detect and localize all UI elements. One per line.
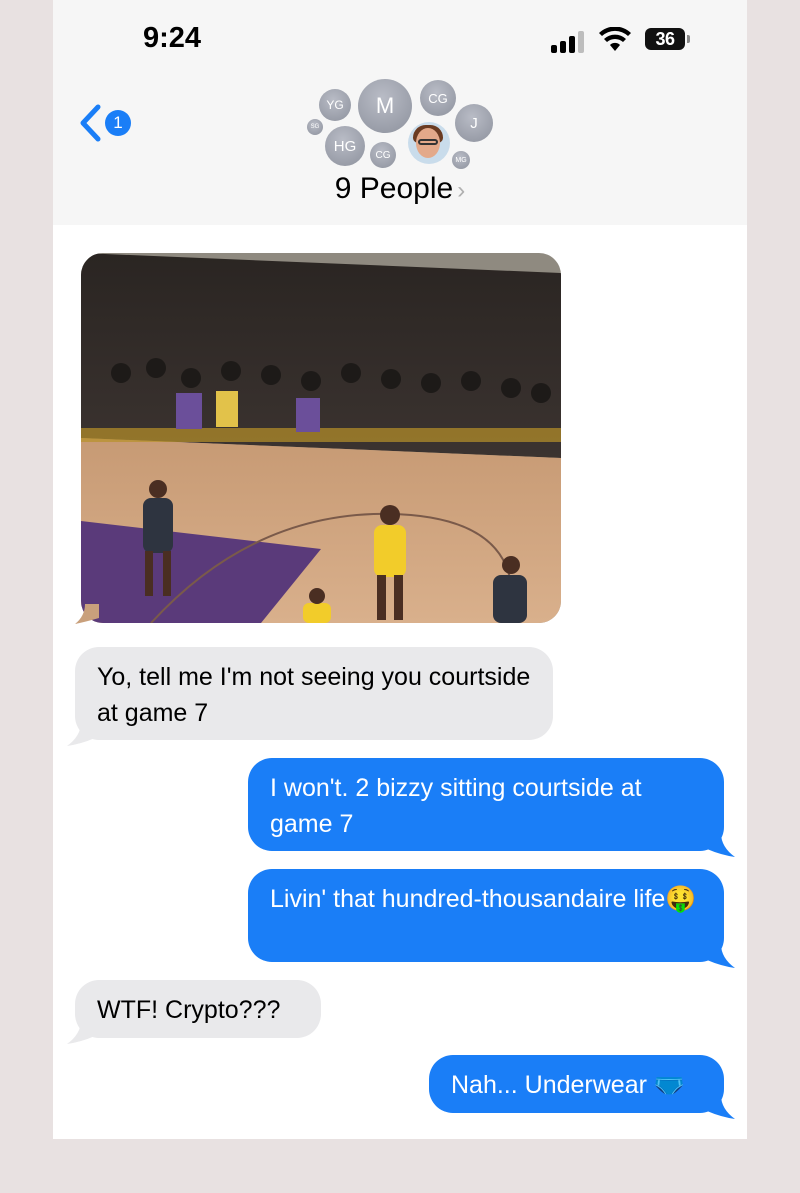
avatar-j[interactable]: J xyxy=(455,104,493,142)
status-time: 9:24 xyxy=(143,22,202,54)
incoming-message[interactable]: WTF! Crypto??? xyxy=(75,980,321,1038)
chevron-right-icon: › xyxy=(457,177,466,204)
group-name-label: 9 People xyxy=(334,172,454,205)
photo-bubble-tail xyxy=(75,604,99,624)
wifi-icon xyxy=(599,27,631,51)
avatar-m[interactable]: M xyxy=(358,79,412,133)
messages-screen: 9:24 36 1 YG M CG J SG HG CG MG 9 People… xyxy=(53,0,747,1139)
avatar-cg[interactable]: CG xyxy=(420,80,456,116)
avatar-mg[interactable]: MG xyxy=(452,151,470,169)
unread-count-badge: 1 xyxy=(105,110,131,136)
outgoing-message[interactable]: I won't. 2 bizzy sitting courtside at ga… xyxy=(248,758,724,851)
avatar-cg-small[interactable]: CG xyxy=(370,142,396,168)
basketball-court-photo xyxy=(81,253,561,623)
battery-icon: 36 xyxy=(645,28,685,50)
group-name-button[interactable]: 9 People › xyxy=(53,172,747,206)
incoming-bubble-tail xyxy=(67,1020,95,1044)
incoming-bubble-tail xyxy=(67,722,95,746)
battery-nub xyxy=(687,35,690,43)
avatar-hg[interactable]: HG xyxy=(325,126,365,166)
memoji-avatar[interactable] xyxy=(408,122,450,164)
photo-message[interactable] xyxy=(81,253,561,623)
conversation-header: 9:24 36 1 YG M CG J SG HG CG MG 9 People… xyxy=(53,0,747,225)
cellular-signal-icon xyxy=(551,31,591,53)
chevron-left-icon xyxy=(80,104,101,142)
incoming-message[interactable]: Yo, tell me I'm not seeing you courtside… xyxy=(75,647,553,740)
avatar-yg[interactable]: YG xyxy=(319,89,351,121)
back-button[interactable]: 1 xyxy=(77,103,137,143)
outgoing-bubble-tail xyxy=(707,944,735,968)
avatar-sg[interactable]: SG xyxy=(307,119,323,135)
outgoing-bubble-tail xyxy=(707,1095,735,1119)
outgoing-message[interactable]: Livin' that hundred-thousandaire life🤑 xyxy=(248,869,724,962)
memoji-glasses xyxy=(418,139,438,145)
outgoing-bubble-tail xyxy=(707,833,735,857)
outgoing-message[interactable]: Nah... Underwear 🩲 xyxy=(429,1055,724,1113)
